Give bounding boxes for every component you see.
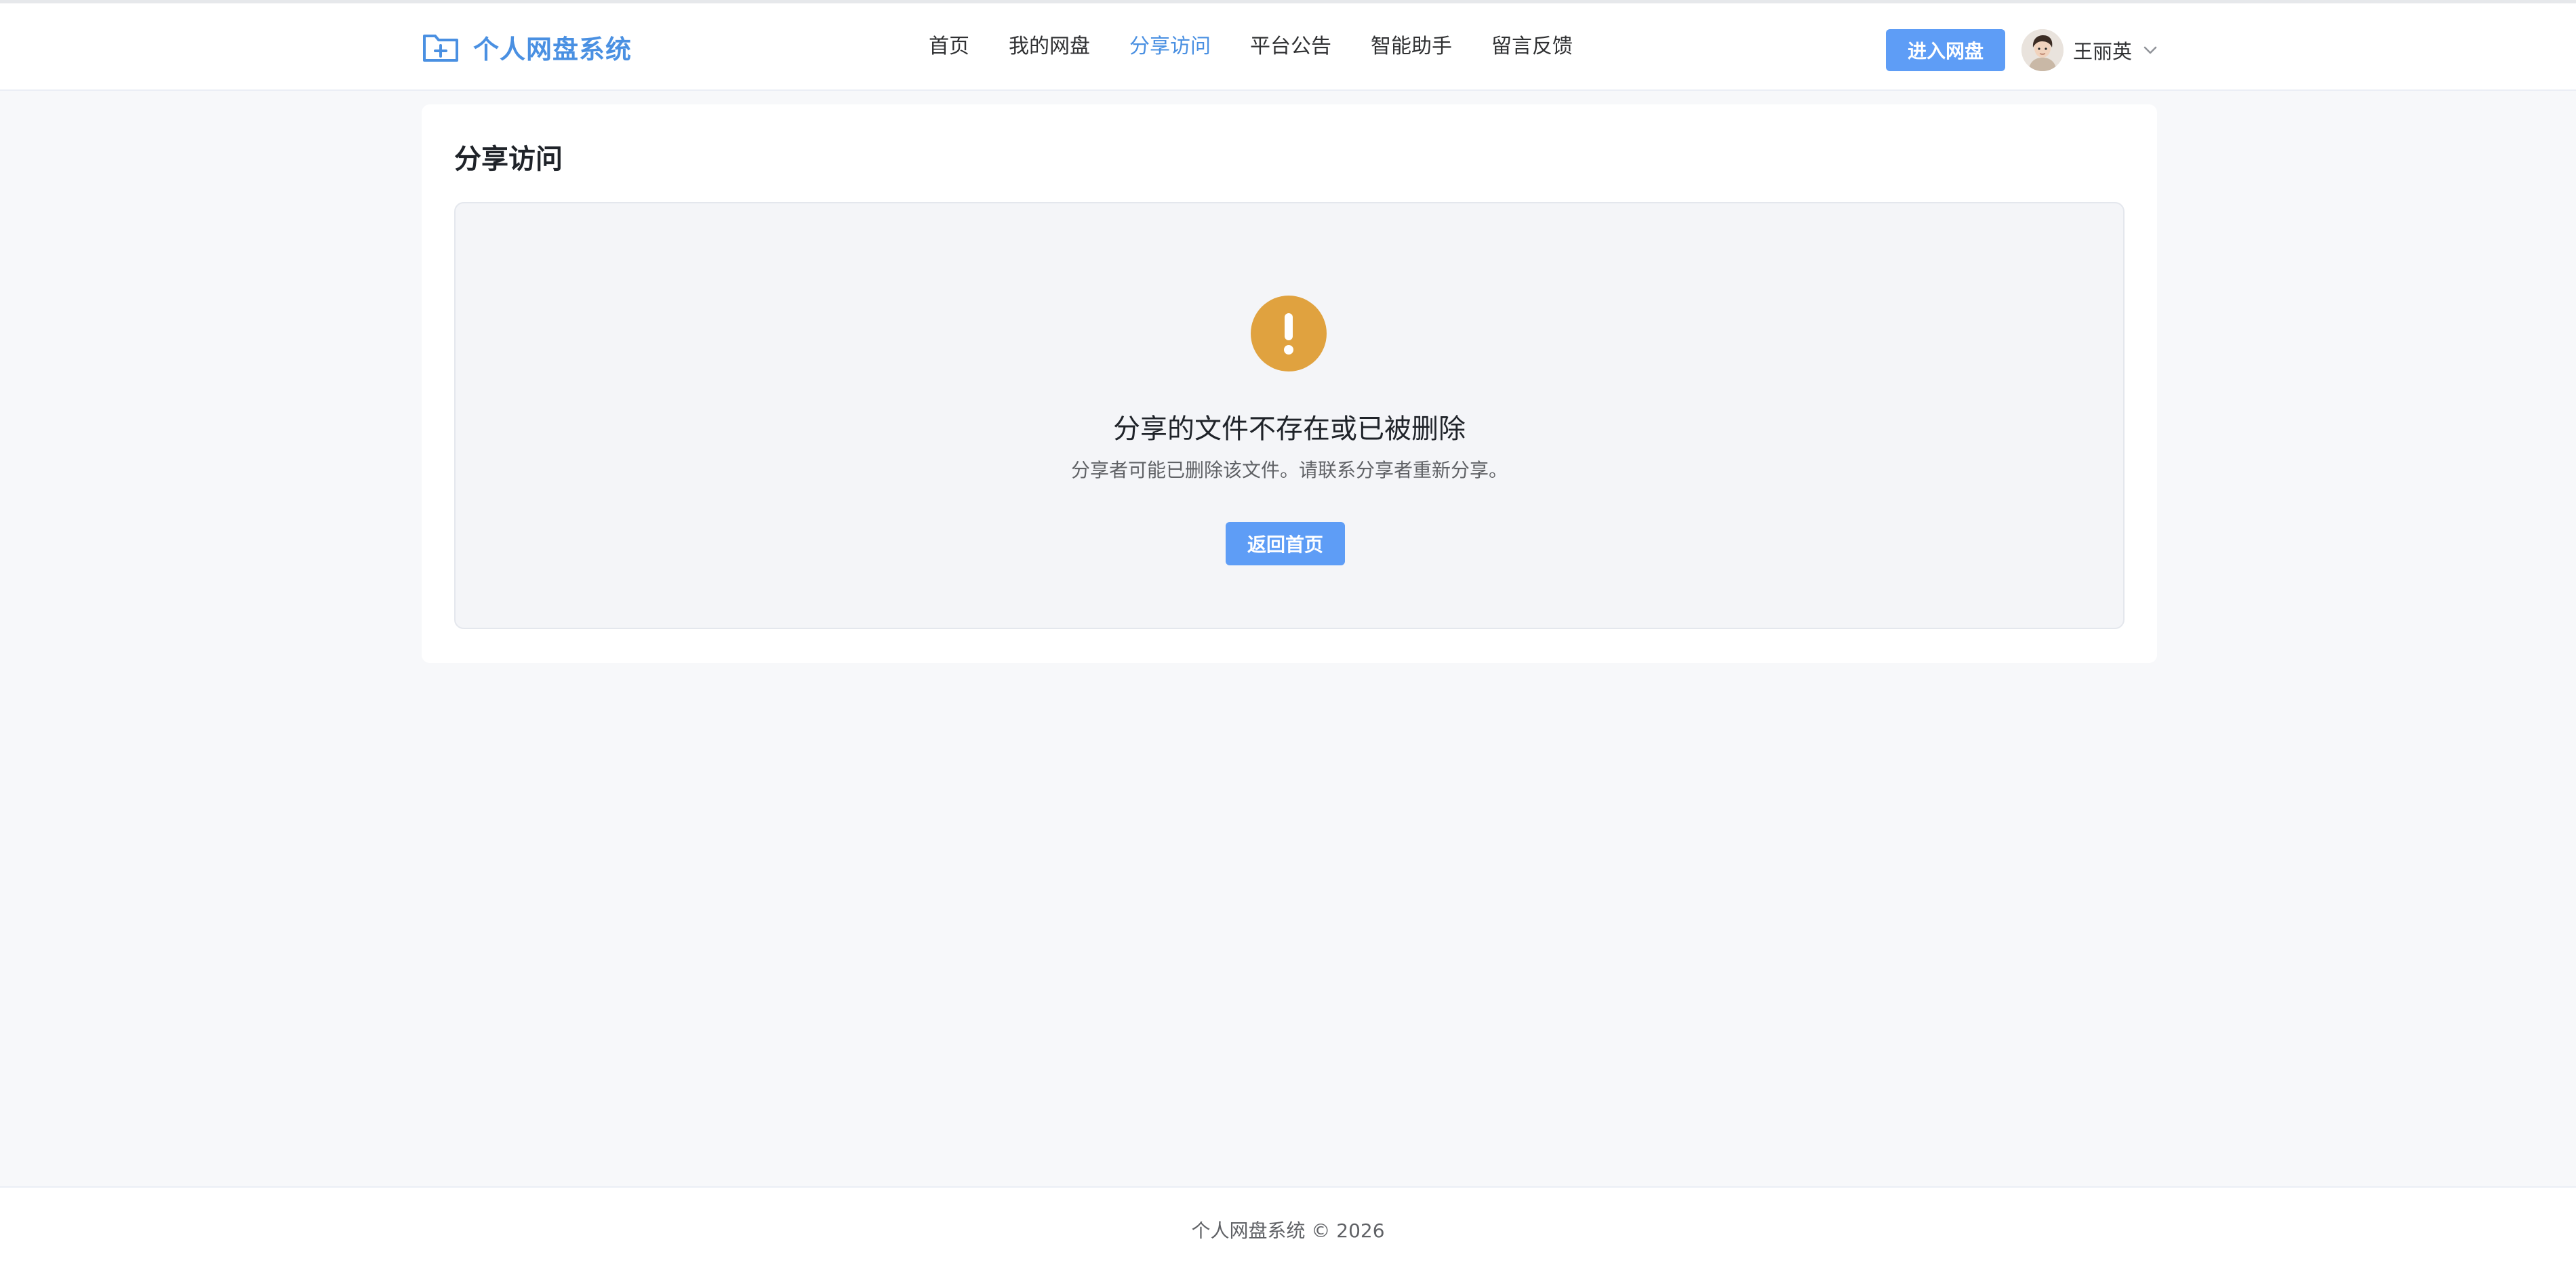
status-description: 分享者可能已删除该文件。请联系分享者重新分享。 xyxy=(1070,459,1508,481)
avatar[interactable] xyxy=(2021,29,2064,71)
nav-item-announcements[interactable]: 平台公告 xyxy=(1250,33,1331,60)
page-title: 分享访问 xyxy=(454,144,563,175)
folder-plus-icon xyxy=(422,31,460,63)
share-access-card: 分享访问 分享的文件不存在或已被删除 分享者可能已删除该文件。请联系分享者重新分… xyxy=(422,104,2157,663)
chevron-down-icon[interactable] xyxy=(2141,41,2159,59)
back-home-button[interactable]: 返回首页 xyxy=(1226,522,1345,565)
user-name: 王丽英 xyxy=(2073,40,2133,63)
nav-item-home[interactable]: 首页 xyxy=(929,33,969,60)
app-logo[interactable]: 个人网盘系统 xyxy=(422,29,632,64)
nav-item-my-drive[interactable]: 我的网盘 xyxy=(1009,33,1090,60)
status-panel: 分享的文件不存在或已被删除 分享者可能已删除该文件。请联系分享者重新分享。 返回… xyxy=(454,202,2125,629)
user-menu[interactable]: 王丽英 xyxy=(2021,26,2159,74)
main-nav: 首页 我的网盘 分享访问 平台公告 智能助手 留言反馈 xyxy=(929,33,1612,60)
warning-icon xyxy=(1251,296,1327,371)
top-header: 个人网盘系统 首页 我的网盘 分享访问 平台公告 智能助手 留言反馈 进入网盘 … xyxy=(0,0,2576,91)
nav-item-assistant[interactable]: 智能助手 xyxy=(1371,33,1452,60)
footer-copyright: 个人网盘系统 © 2026 xyxy=(1191,1220,1385,1242)
nav-item-feedback[interactable]: 留言反馈 xyxy=(1491,33,1573,60)
enter-drive-button[interactable]: 进入网盘 xyxy=(1886,29,2005,71)
page-footer: 个人网盘系统 © 2026 xyxy=(0,1186,2576,1269)
status-title: 分享的文件不存在或已被删除 xyxy=(1113,414,1466,445)
app-name: 个人网盘系统 xyxy=(473,34,632,64)
nav-item-share-access[interactable]: 分享访问 xyxy=(1129,33,1211,60)
